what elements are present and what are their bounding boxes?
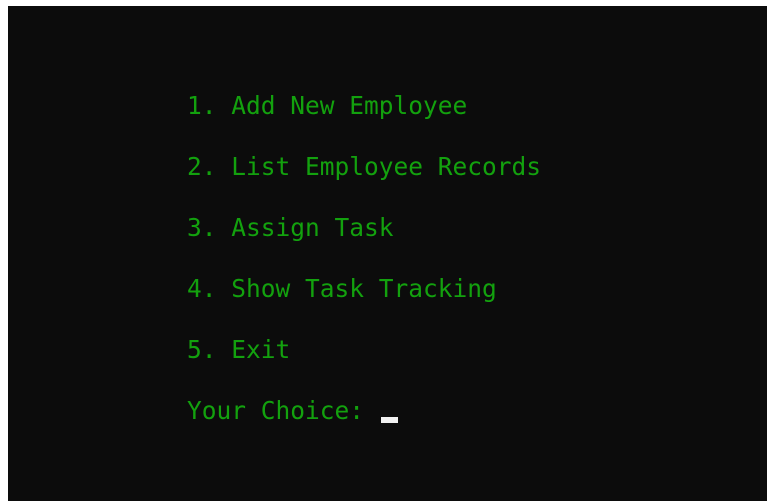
choice-prompt-label: Your Choice: (187, 396, 379, 425)
menu-item-list-employee-records[interactable]: 2. List Employee Records (187, 149, 541, 210)
text-cursor (380, 417, 398, 423)
menu-item-show-task-tracking[interactable]: 4. Show Task Tracking (187, 271, 541, 332)
menu-item-assign-task[interactable]: 3. Assign Task (187, 210, 541, 271)
menu-item-exit[interactable]: 5. Exit (187, 332, 541, 393)
main-menu: 1. Add New Employee 2. List Employee Rec… (187, 88, 541, 393)
choice-input-line[interactable]: Your Choice: (187, 393, 398, 429)
menu-item-add-new-employee[interactable]: 1. Add New Employee (187, 88, 541, 149)
console-window[interactable]: 1. Add New Employee 2. List Employee Rec… (8, 6, 767, 501)
